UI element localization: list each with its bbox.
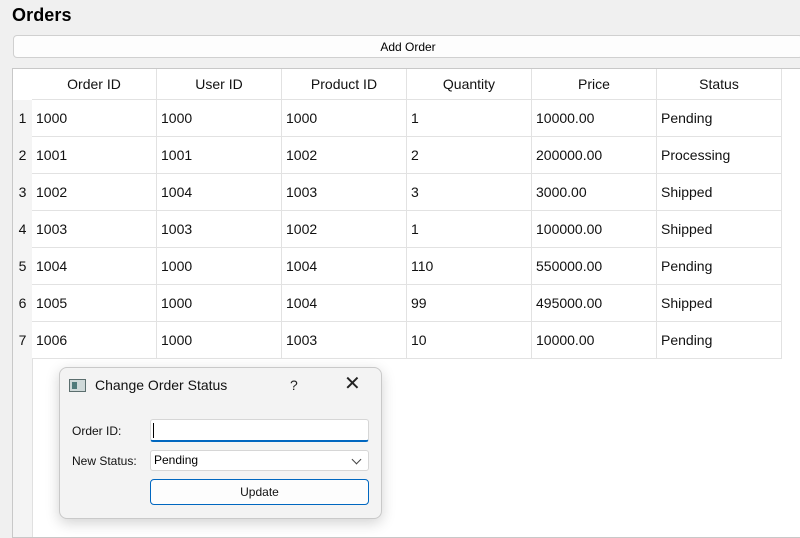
row-header[interactable]: 1 bbox=[13, 100, 32, 137]
change-order-status-dialog: Change Order Status ? ✕ Order ID: New St… bbox=[59, 367, 382, 519]
table-cell[interactable]: Pending bbox=[657, 248, 782, 285]
column-header[interactable]: User ID bbox=[157, 69, 282, 100]
table-cell[interactable]: 3000.00 bbox=[532, 174, 657, 211]
order-id-input[interactable] bbox=[150, 419, 369, 442]
table-cell[interactable]: 1000 bbox=[282, 100, 407, 137]
table-cell[interactable]: Shipped bbox=[657, 174, 782, 211]
table-cell[interactable]: 10 bbox=[407, 322, 532, 359]
row-header[interactable]: 3 bbox=[13, 174, 32, 211]
dialog-title: Change Order Status bbox=[95, 377, 228, 393]
table-cell[interactable]: 110 bbox=[407, 248, 532, 285]
table-cell[interactable]: 1000 bbox=[157, 285, 282, 322]
column-header[interactable]: Order ID bbox=[32, 69, 157, 100]
table-cell[interactable]: 1002 bbox=[32, 174, 157, 211]
table-cell[interactable]: 1001 bbox=[157, 137, 282, 174]
column-header[interactable]: Product ID bbox=[282, 69, 407, 100]
table-cell[interactable]: Processing bbox=[657, 137, 782, 174]
text-caret bbox=[153, 423, 154, 438]
app-window-icon bbox=[69, 379, 86, 392]
table-cell[interactable]: 1000 bbox=[157, 100, 282, 137]
table-cell[interactable]: 1001 bbox=[32, 137, 157, 174]
update-button[interactable]: Update bbox=[150, 479, 369, 505]
chevron-down-icon bbox=[351, 454, 362, 465]
table-cell[interactable]: 1004 bbox=[282, 285, 407, 322]
table-cell[interactable]: Pending bbox=[657, 100, 782, 137]
table-cell[interactable]: 10000.00 bbox=[532, 100, 657, 137]
table-cell[interactable]: 200000.00 bbox=[532, 137, 657, 174]
row-header[interactable]: 2 bbox=[13, 137, 32, 174]
table-cell[interactable]: 100000.00 bbox=[532, 211, 657, 248]
table-cell[interactable]: 1004 bbox=[157, 174, 282, 211]
new-status-select[interactable]: Pending bbox=[150, 450, 369, 471]
order-id-label: Order ID: bbox=[72, 424, 122, 438]
table-cell[interactable]: 550000.00 bbox=[532, 248, 657, 285]
table-cell[interactable]: 1000 bbox=[157, 322, 282, 359]
table-cell[interactable]: 99 bbox=[407, 285, 532, 322]
table-cell[interactable]: Shipped bbox=[657, 285, 782, 322]
table-cell[interactable]: 1003 bbox=[32, 211, 157, 248]
table-cell[interactable]: 1004 bbox=[282, 248, 407, 285]
table-cell[interactable]: 1002 bbox=[282, 211, 407, 248]
table-cell[interactable]: 495000.00 bbox=[532, 285, 657, 322]
column-header[interactable]: Quantity bbox=[407, 69, 532, 100]
table-cell[interactable]: 1003 bbox=[282, 174, 407, 211]
row-header[interactable]: 6 bbox=[13, 285, 32, 322]
new-status-value: Pending bbox=[154, 453, 199, 467]
table-cell[interactable]: 1000 bbox=[157, 248, 282, 285]
table-cell[interactable]: 1003 bbox=[282, 322, 407, 359]
table-cell[interactable]: 1003 bbox=[157, 211, 282, 248]
row-header[interactable]: 7 bbox=[13, 322, 32, 359]
table-cell[interactable]: 1006 bbox=[32, 322, 157, 359]
add-order-button[interactable]: Add Order bbox=[13, 35, 800, 58]
table-cell[interactable]: Shipped bbox=[657, 211, 782, 248]
table-cell[interactable]: 2 bbox=[407, 137, 532, 174]
row-header[interactable]: 5 bbox=[13, 248, 32, 285]
table-cell[interactable]: 1004 bbox=[32, 248, 157, 285]
table-cell[interactable]: 10000.00 bbox=[532, 322, 657, 359]
table-cell[interactable]: 1000 bbox=[32, 100, 157, 137]
table-cell[interactable]: 1 bbox=[407, 100, 532, 137]
help-icon[interactable]: ? bbox=[290, 377, 298, 393]
table-cell[interactable]: 1 bbox=[407, 211, 532, 248]
table-cell[interactable]: 1005 bbox=[32, 285, 157, 322]
table-cell[interactable]: 1002 bbox=[282, 137, 407, 174]
row-header[interactable]: 4 bbox=[13, 211, 32, 248]
table-cell[interactable]: Pending bbox=[657, 322, 782, 359]
column-header[interactable]: Price bbox=[532, 69, 657, 100]
close-icon[interactable]: ✕ bbox=[344, 374, 361, 394]
page-title: Orders bbox=[12, 5, 72, 25]
new-status-label: New Status: bbox=[72, 454, 137, 468]
table-cell[interactable]: 3 bbox=[407, 174, 532, 211]
column-header[interactable]: Status bbox=[657, 69, 782, 100]
table-corner bbox=[13, 69, 33, 100]
